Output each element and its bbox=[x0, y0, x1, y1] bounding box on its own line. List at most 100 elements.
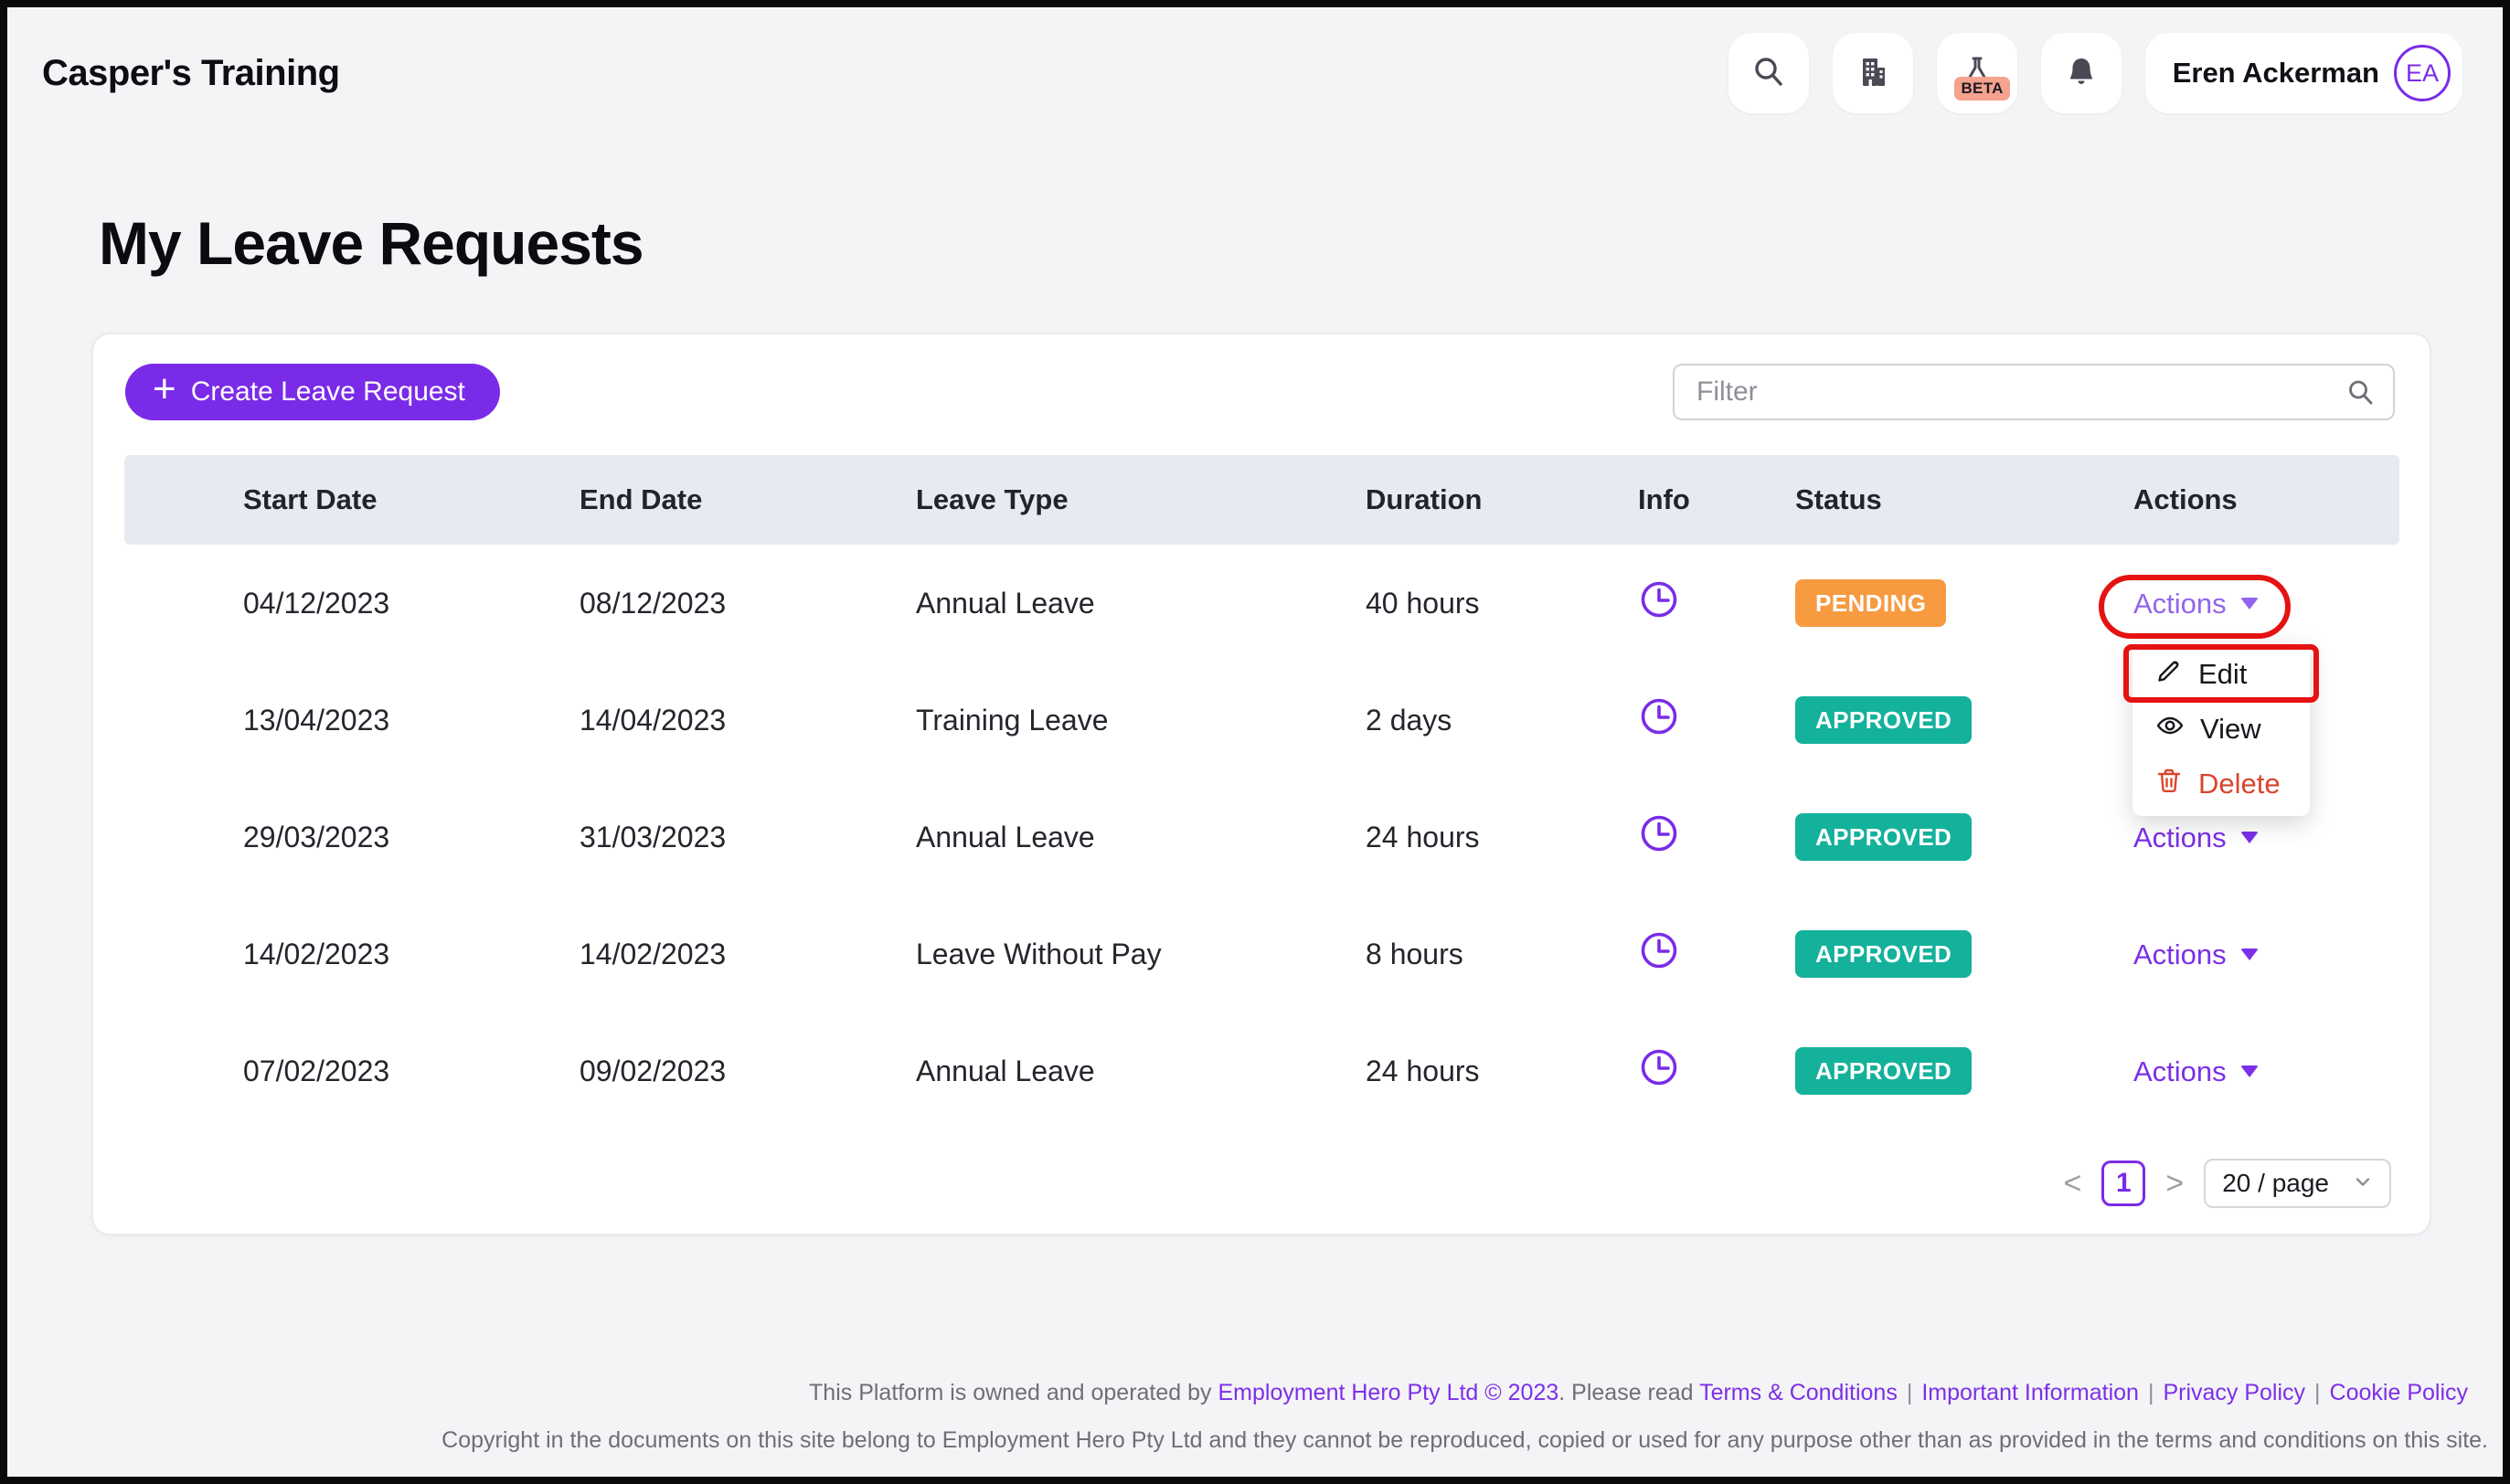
search-icon bbox=[1750, 54, 1787, 93]
footer-separator: | bbox=[2314, 1380, 2321, 1405]
cell-start-date: 29/03/2023 bbox=[124, 821, 580, 854]
top-bar: Casper's Training bbox=[7, 7, 2503, 113]
menu-item-delete-label: Delete bbox=[2198, 768, 2281, 800]
menu-item-edit[interactable]: Edit bbox=[2132, 647, 2310, 702]
create-leave-request-button[interactable]: + Create Leave Request bbox=[125, 364, 500, 420]
row-actions-button[interactable]: Actions bbox=[2133, 588, 2259, 620]
pencil-icon bbox=[2155, 657, 2183, 692]
table-header-row: Start Date End Date Leave Type Duration … bbox=[124, 455, 2399, 545]
table-row: 29/03/2023 31/03/2023 Annual Leave 24 ho… bbox=[124, 779, 2399, 896]
avatar: EA bbox=[2394, 45, 2451, 101]
next-page-button[interactable]: > bbox=[2165, 1166, 2184, 1202]
notifications-button[interactable] bbox=[2041, 33, 2122, 113]
cell-start-date: 13/04/2023 bbox=[124, 704, 580, 737]
clock-info-icon[interactable] bbox=[1638, 695, 1680, 737]
table-row: 07/02/2023 09/02/2023 Annual Leave 24 ho… bbox=[124, 1012, 2399, 1129]
beta-features-button[interactable]: BETA bbox=[1937, 33, 2017, 113]
cell-duration: 40 hours bbox=[1366, 587, 1638, 620]
previous-page-button[interactable]: < bbox=[2064, 1166, 2082, 1202]
cell-leave-type: Leave Without Pay bbox=[916, 938, 1366, 971]
row-actions-button[interactable]: Actions bbox=[2133, 822, 2259, 854]
trash-icon bbox=[2155, 767, 2183, 801]
plus-icon: + bbox=[153, 389, 176, 395]
company-icon bbox=[1854, 53, 1892, 94]
clock-info-icon[interactable] bbox=[1638, 929, 1680, 971]
cell-duration: 24 hours bbox=[1366, 821, 1638, 854]
main-content: My Leave Requests + Create Leave Request… bbox=[7, 208, 2503, 1235]
menu-item-view[interactable]: View bbox=[2132, 702, 2310, 757]
chevron-down-icon bbox=[2240, 1065, 2259, 1077]
pagination: < 1 > 20 / page bbox=[2064, 1159, 2392, 1208]
cell-end-date: 14/02/2023 bbox=[580, 938, 916, 971]
company-button[interactable] bbox=[1833, 33, 1913, 113]
privacy-policy-link[interactable]: Privacy Policy bbox=[2163, 1380, 2305, 1405]
filter-field-wrap bbox=[1673, 364, 2395, 420]
menu-item-edit-label: Edit bbox=[2198, 658, 2247, 691]
cell-start-date: 14/02/2023 bbox=[124, 938, 580, 971]
user-menu[interactable]: Eren Ackerman EA bbox=[2145, 33, 2462, 113]
cell-start-date: 04/12/2023 bbox=[124, 587, 580, 620]
footer-copyright-line: Copyright in the documents on this site … bbox=[294, 1416, 2488, 1464]
clock-info-icon[interactable] bbox=[1638, 1046, 1680, 1088]
cell-start-date: 07/02/2023 bbox=[124, 1055, 580, 1088]
clock-info-icon[interactable] bbox=[1638, 812, 1680, 854]
chevron-down-icon bbox=[2353, 1169, 2373, 1198]
chevron-down-icon bbox=[2240, 598, 2259, 610]
filter-input[interactable] bbox=[1673, 364, 2395, 420]
cookie-policy-link[interactable]: Cookie Policy bbox=[2330, 1380, 2468, 1405]
important-information-link[interactable]: Important Information bbox=[1921, 1380, 2139, 1405]
page-size-value: 20 / page bbox=[2222, 1169, 2329, 1198]
cell-end-date: 31/03/2023 bbox=[580, 821, 916, 854]
cell-end-date: 09/02/2023 bbox=[580, 1055, 916, 1088]
row-actions-label: Actions bbox=[2133, 1055, 2227, 1088]
status-badge: APPROVED bbox=[1795, 696, 1972, 744]
chevron-down-icon bbox=[2240, 949, 2259, 960]
col-duration: Duration bbox=[1366, 483, 1638, 516]
menu-item-delete[interactable]: Delete bbox=[2132, 757, 2310, 811]
cell-leave-type: Annual Leave bbox=[916, 587, 1366, 620]
notifications-icon bbox=[2063, 54, 2100, 93]
footer-legal-line: This Platform is owned and operated by E… bbox=[294, 1369, 2488, 1416]
table-row: 14/02/2023 14/02/2023 Leave Without Pay … bbox=[124, 896, 2399, 1012]
terms-conditions-link[interactable]: Terms & Conditions bbox=[1699, 1380, 1898, 1405]
cell-leave-type: Annual Leave bbox=[916, 1055, 1366, 1088]
topbar-actions: BETA Eren Ackerman EA bbox=[1728, 33, 2462, 113]
status-badge: APPROVED bbox=[1795, 1047, 1972, 1095]
chevron-down-icon bbox=[2240, 832, 2259, 843]
col-end-date: End Date bbox=[580, 483, 916, 516]
row-actions-label: Actions bbox=[2133, 588, 2227, 620]
leave-requests-card: + Create Leave Request Start Date End Da… bbox=[91, 333, 2431, 1235]
col-info: Info bbox=[1638, 483, 1795, 516]
cell-end-date: 14/04/2023 bbox=[580, 704, 916, 737]
table-row: 13/04/2023 14/04/2023 Training Leave 2 d… bbox=[124, 662, 2399, 779]
row-actions-label: Actions bbox=[2133, 822, 2227, 854]
brand-title: Casper's Training bbox=[42, 53, 340, 94]
clock-info-icon[interactable] bbox=[1638, 578, 1680, 620]
page-size-select[interactable]: 20 / page bbox=[2204, 1159, 2391, 1208]
filter-search-icon bbox=[2345, 377, 2377, 413]
menu-item-view-label: View bbox=[2200, 713, 2261, 746]
col-start-date: Start Date bbox=[124, 483, 580, 516]
table-row: 04/12/2023 08/12/2023 Annual Leave 40 ho… bbox=[124, 545, 2399, 662]
footer-text: . Please read bbox=[1558, 1380, 1699, 1405]
beta-badge: BETA bbox=[1954, 77, 2009, 101]
col-leave-type: Leave Type bbox=[916, 483, 1366, 516]
eye-icon bbox=[2155, 711, 2185, 747]
row-actions-button[interactable]: Actions bbox=[2133, 938, 2259, 971]
page-number-button[interactable]: 1 bbox=[2101, 1161, 2145, 1206]
cell-leave-type: Training Leave bbox=[916, 704, 1366, 737]
search-button[interactable] bbox=[1728, 33, 1809, 113]
employment-hero-link[interactable]: Employment Hero Pty Ltd © 2023 bbox=[1218, 1380, 1558, 1405]
leave-requests-table: Start Date End Date Leave Type Duration … bbox=[124, 455, 2399, 1129]
row-actions-button[interactable]: Actions bbox=[2133, 1055, 2259, 1088]
app-window: Casper's Training bbox=[0, 0, 2510, 1484]
cell-duration: 24 hours bbox=[1366, 1055, 1638, 1088]
status-badge: PENDING bbox=[1795, 579, 1946, 627]
user-name: Eren Ackerman bbox=[2173, 57, 2379, 90]
row-actions-label: Actions bbox=[2133, 938, 2227, 971]
status-badge: APPROVED bbox=[1795, 813, 1972, 861]
col-status: Status bbox=[1795, 483, 2133, 516]
footer-text: This Platform is owned and operated by bbox=[809, 1380, 1218, 1405]
footer: This Platform is owned and operated by E… bbox=[294, 1369, 2488, 1464]
actions-dropdown-menu: Edit View Delete bbox=[2132, 642, 2310, 816]
